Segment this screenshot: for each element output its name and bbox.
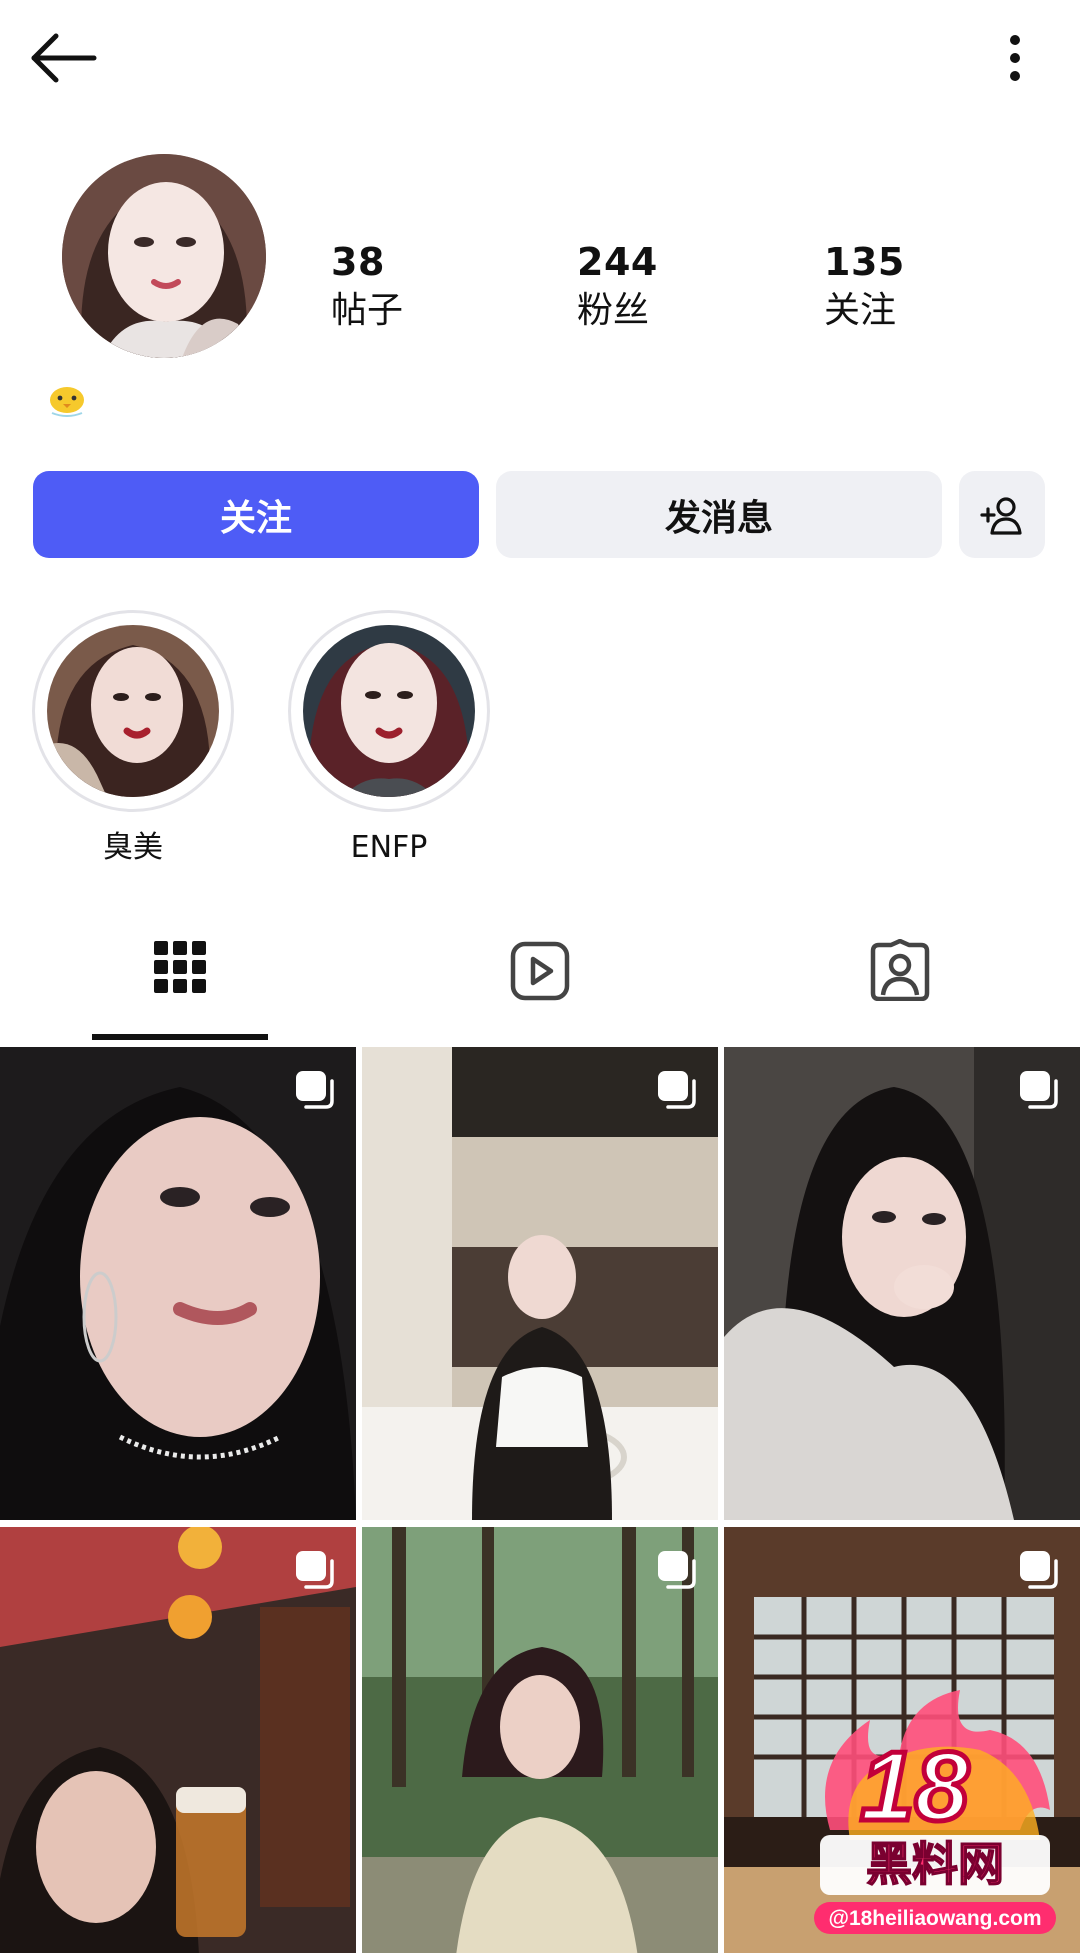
post-thumbnail[interactable]	[724, 1047, 1080, 1520]
multi-photo-icon	[658, 1551, 696, 1589]
multi-photo-icon	[658, 1071, 696, 1109]
stat-following-count: 135	[824, 240, 905, 284]
stat-posts-label: 帖子	[331, 290, 404, 331]
more-vertical-icon	[1010, 35, 1020, 81]
follow-button[interactable]: 关注	[33, 471, 479, 558]
post-thumbnail[interactable]	[0, 1527, 356, 1953]
multi-photo-icon	[1020, 1551, 1058, 1589]
message-button-label: 发消息	[664, 497, 773, 539]
post-thumbnail[interactable]	[0, 1047, 356, 1520]
highlight-ring	[32, 610, 234, 812]
message-button[interactable]: 发消息	[496, 471, 942, 558]
stat-posts[interactable]: 38 帖子	[331, 240, 403, 334]
profile-screen: 38 帖子 244 粉丝 135 关注 关注 发消息 臭美 ENFP 18 黑料…	[0, 0, 1080, 1953]
highlight-cover	[303, 625, 475, 797]
watermark-url: @18heiliaowang.com	[828, 1907, 1041, 1930]
tab-selected-indicator	[92, 1034, 268, 1040]
watermark-number: 18	[860, 1731, 970, 1841]
multi-photo-icon	[1020, 1071, 1058, 1109]
more-options-button[interactable]	[990, 30, 1040, 86]
tagged-person-icon	[870, 939, 930, 1001]
multi-photo-icon	[296, 1071, 334, 1109]
highlight-item[interactable]: 臭美	[32, 610, 234, 866]
stat-posts-count: 38	[331, 240, 385, 284]
stat-followers-label: 粉丝	[577, 290, 650, 331]
play-square-icon	[510, 941, 570, 1001]
chick-emoji-icon	[50, 387, 84, 417]
bio	[46, 383, 88, 417]
watermark-title: 黑料网	[866, 1837, 1004, 1891]
follow-button-label: 关注	[219, 497, 292, 539]
grid-icon	[154, 941, 206, 993]
stat-followers-count: 244	[577, 240, 658, 284]
arrow-left-icon	[31, 33, 97, 83]
watermark-logo: 18 黑料网 @18heiliaowang.com	[800, 1680, 1070, 1940]
tab-tagged[interactable]	[812, 925, 988, 1041]
highlight-cover	[47, 625, 219, 797]
post-thumbnail[interactable]	[362, 1527, 718, 1953]
add-person-icon	[980, 496, 1022, 535]
highlight-item[interactable]: ENFP	[288, 610, 490, 866]
stat-followers[interactable]: 244 粉丝	[577, 240, 658, 334]
highlight-label: 臭美	[103, 830, 163, 865]
profile-tabs	[0, 925, 1080, 1041]
stat-following[interactable]: 135 关注	[824, 240, 905, 334]
tab-posts[interactable]	[92, 925, 268, 1041]
highlight-label: ENFP	[350, 830, 428, 865]
post-thumbnail[interactable]	[362, 1047, 718, 1520]
stat-following-label: 关注	[824, 290, 897, 331]
back-button[interactable]	[28, 30, 100, 86]
avatar-portrait	[62, 154, 266, 358]
highlight-ring	[288, 610, 490, 812]
profile-avatar[interactable]	[62, 154, 266, 358]
tab-reels[interactable]	[452, 925, 628, 1041]
add-friend-button[interactable]	[959, 471, 1045, 558]
multi-photo-icon	[296, 1551, 334, 1589]
